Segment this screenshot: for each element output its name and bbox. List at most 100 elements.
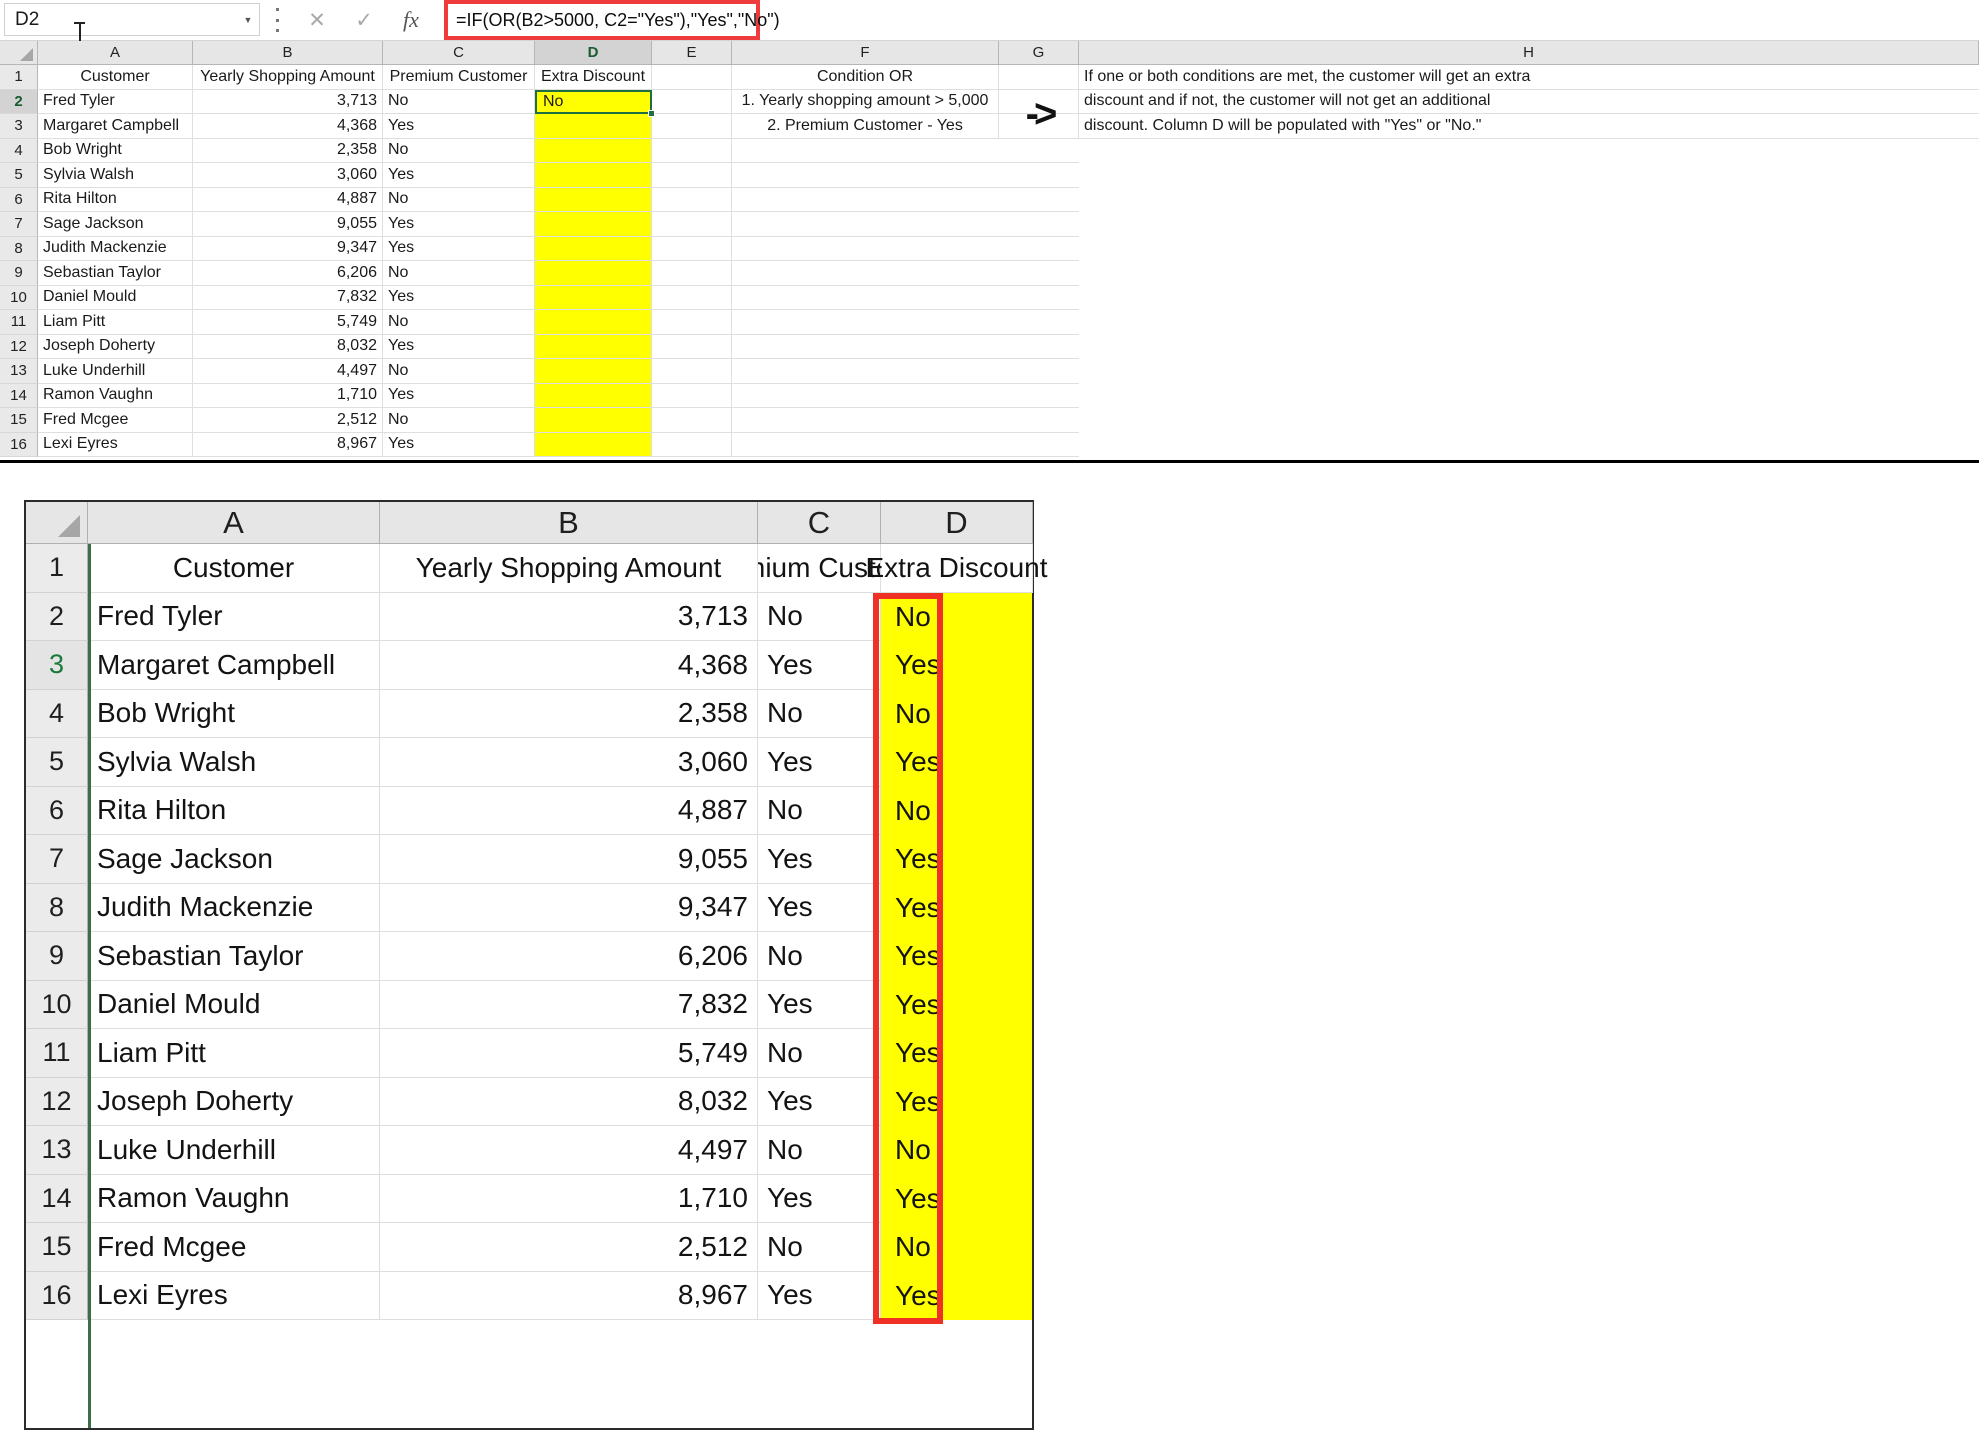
zoomed-row-header-2[interactable]: 2: [26, 592, 88, 641]
cell-B2-amount[interactable]: 3,713: [193, 89, 383, 114]
row-header-16[interactable]: 16: [0, 432, 38, 457]
row-header-3[interactable]: 3: [0, 114, 38, 139]
zoomed-row-header-11[interactable]: 11: [26, 1029, 88, 1078]
cell-D3-discount[interactable]: [535, 114, 652, 139]
row-header-2[interactable]: 2: [0, 89, 38, 114]
row-header-10[interactable]: 10: [0, 285, 38, 310]
column-header-c[interactable]: C: [383, 41, 535, 65]
cell-G8[interactable]: [999, 236, 1079, 261]
cell-F2-condition-1[interactable]: 1. Yearly shopping amount > 5,000: [732, 89, 999, 114]
cell-H13[interactable]: [1079, 359, 1979, 384]
cell-H1-explanation-line-1[interactable]: If one or both conditions are met, the c…: [1079, 65, 1979, 90]
cell-G16[interactable]: [999, 432, 1079, 457]
zoomed-row-header-6[interactable]: 6: [26, 786, 88, 835]
cell-C10-premium[interactable]: Yes: [383, 285, 535, 310]
row-header-14[interactable]: 14: [0, 383, 38, 408]
cell-D6-discount[interactable]: [535, 187, 652, 212]
cell-E13[interactable]: [652, 359, 732, 384]
cell-E2[interactable]: [652, 89, 732, 114]
zoomed-cell-B9-amount[interactable]: 6,206: [380, 932, 758, 981]
zoomed-cell-C3-premium[interactable]: Yes: [758, 641, 881, 690]
cell-H4[interactable]: [1079, 138, 1979, 163]
cell-A10-customer[interactable]: Daniel Mould: [38, 285, 193, 310]
zoomed-cell-C16-premium[interactable]: Yes: [758, 1271, 881, 1320]
cell-C16-premium[interactable]: Yes: [383, 432, 535, 457]
column-header-h[interactable]: H: [1079, 41, 1979, 65]
cell-B10-amount[interactable]: 7,832: [193, 285, 383, 310]
zoomed-cell-A6-customer[interactable]: Rita Hilton: [88, 786, 380, 835]
zoomed-cell-B14-amount[interactable]: 1,710: [380, 1174, 758, 1223]
cell-E9[interactable]: [652, 261, 732, 286]
zoomed-cell-C14-premium[interactable]: Yes: [758, 1174, 881, 1223]
zoomed-cell-D13-discount[interactable]: No: [881, 1126, 1032, 1175]
cell-H9[interactable]: [1079, 261, 1979, 286]
cell-G9[interactable]: [999, 261, 1079, 286]
cell-F10[interactable]: [732, 285, 999, 310]
cell-E14[interactable]: [652, 383, 732, 408]
zoomed-column-header-a[interactable]: A: [88, 502, 380, 544]
cell-D10-discount[interactable]: [535, 285, 652, 310]
column-header-d[interactable]: D: [535, 41, 652, 65]
zoomed-cell-A4-customer[interactable]: Bob Wright: [88, 689, 380, 738]
cell-B12-amount[interactable]: 8,032: [193, 334, 383, 359]
zoomed-cell-C13-premium[interactable]: No: [758, 1126, 881, 1175]
cell-G13[interactable]: [999, 359, 1079, 384]
cell-C11-premium[interactable]: No: [383, 310, 535, 335]
cell-G10[interactable]: [999, 285, 1079, 310]
zoomed-row-header-14[interactable]: 14: [26, 1174, 88, 1223]
cell-E4[interactable]: [652, 138, 732, 163]
zoomed-cell-A11-customer[interactable]: Liam Pitt: [88, 1029, 380, 1078]
cell-F5[interactable]: [732, 163, 999, 188]
zoomed-cell-B6-amount[interactable]: 4,887: [380, 786, 758, 835]
cell-D15-discount[interactable]: [535, 408, 652, 433]
cell-G4[interactable]: [999, 138, 1079, 163]
cell-B8-amount[interactable]: 9,347: [193, 236, 383, 261]
column-header-g[interactable]: G: [999, 41, 1079, 65]
fill-handle[interactable]: [648, 110, 655, 117]
row-header-1[interactable]: 1: [0, 65, 38, 90]
cell-E16[interactable]: [652, 432, 732, 457]
check-icon[interactable]: ✓: [343, 4, 385, 36]
cell-H10[interactable]: [1079, 285, 1979, 310]
zoomed-row-header-1[interactable]: 1: [26, 544, 88, 593]
zoomed-cell-B11-amount[interactable]: 5,749: [380, 1029, 758, 1078]
zoomed-cell-A13-customer[interactable]: Luke Underhill: [88, 1126, 380, 1175]
cell-B4-amount[interactable]: 2,358: [193, 138, 383, 163]
zoomed-row-header-8[interactable]: 8: [26, 883, 88, 932]
cell-C13-premium[interactable]: No: [383, 359, 535, 384]
vertical-dots-icon[interactable]: [270, 8, 284, 32]
formula-input[interactable]: =IF(OR(B2>5000, C2="Yes"),"Yes","No"): [444, 0, 780, 40]
column-header-e[interactable]: E: [652, 41, 732, 65]
zoomed-cell-D7-discount[interactable]: Yes: [881, 835, 1032, 884]
row-header-6[interactable]: 6: [0, 187, 38, 212]
cell-E10[interactable]: [652, 285, 732, 310]
zoomed-cell-B7-amount[interactable]: 9,055: [380, 835, 758, 884]
row-header-11[interactable]: 11: [0, 310, 38, 335]
cell-C14-premium[interactable]: Yes: [383, 383, 535, 408]
zoomed-column-header-c[interactable]: C: [758, 502, 881, 544]
zoomed-cell-B3-amount[interactable]: 4,368: [380, 641, 758, 690]
zoomed-row-header-16[interactable]: 16: [26, 1271, 88, 1320]
zoomed-cell-B5-amount[interactable]: 3,060: [380, 738, 758, 787]
zoomed-cell-A7-customer[interactable]: Sage Jackson: [88, 835, 380, 884]
close-icon[interactable]: ✕: [296, 4, 338, 36]
zoomed-cell-A10-customer[interactable]: Daniel Mould: [88, 980, 380, 1029]
cell-E8[interactable]: [652, 236, 732, 261]
cell-F14[interactable]: [732, 383, 999, 408]
cell-A16-customer[interactable]: Lexi Eyres: [38, 432, 193, 457]
cell-C3-premium[interactable]: Yes: [383, 114, 535, 139]
zoomed-cell-D10-discount[interactable]: Yes: [881, 980, 1032, 1029]
zoomed-cell-B13-amount[interactable]: 4,497: [380, 1126, 758, 1175]
cell-C8-premium[interactable]: Yes: [383, 236, 535, 261]
cell-A7-customer[interactable]: Sage Jackson: [38, 212, 193, 237]
select-all-corner[interactable]: [0, 41, 38, 65]
cell-C2-premium[interactable]: No: [383, 89, 535, 114]
cell-A9-customer[interactable]: Sebastian Taylor: [38, 261, 193, 286]
zoomed-cell-A16-customer[interactable]: Lexi Eyres: [88, 1271, 380, 1320]
cell-E7[interactable]: [652, 212, 732, 237]
cell-D8-discount[interactable]: [535, 236, 652, 261]
zoomed-cell-C9-premium[interactable]: No: [758, 932, 881, 981]
cell-A4-customer[interactable]: Bob Wright: [38, 138, 193, 163]
cell-D14-discount[interactable]: [535, 383, 652, 408]
zoomed-cell-D1-discount-header[interactable]: Extra Discount: [865, 544, 1048, 593]
